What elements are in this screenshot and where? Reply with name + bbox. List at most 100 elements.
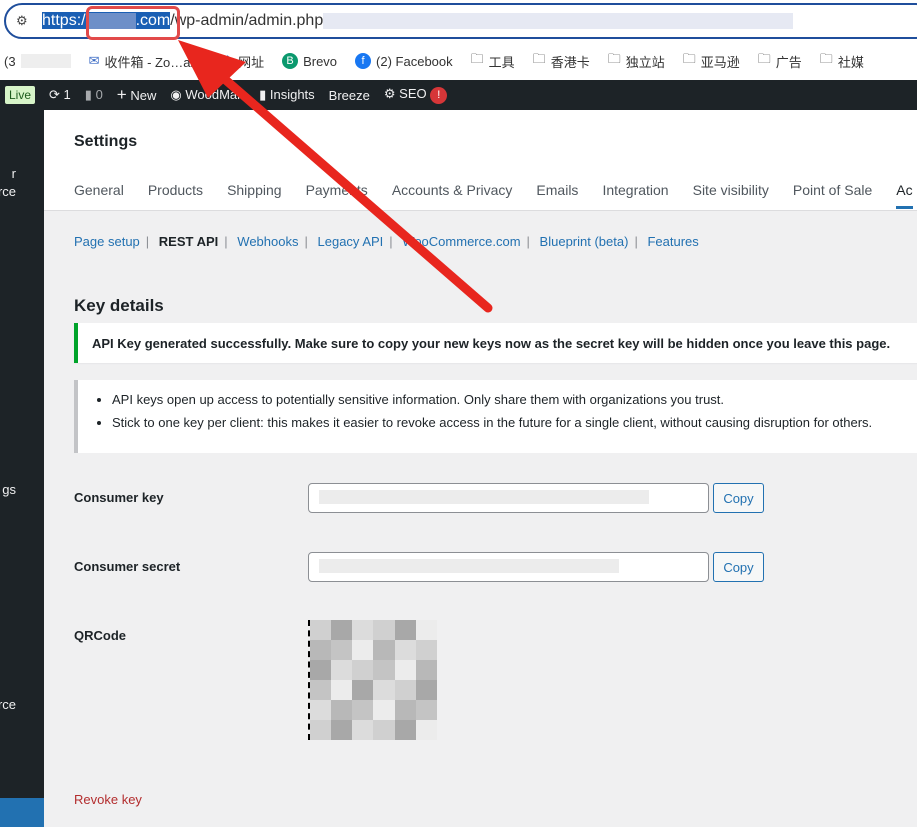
bookmark-folder[interactable]: 🗀 香港卡 [533, 50, 590, 72]
separator: | [145, 234, 150, 249]
insights-item[interactable]: ▮ Insights [259, 87, 315, 103]
tab-site-visibility[interactable]: Site visibility [693, 182, 769, 209]
tab-point-of-sale[interactable]: Point of Sale [793, 182, 872, 209]
sidebar-item[interactable]: r [12, 166, 16, 181]
qr-cell [331, 660, 353, 680]
refresh-icon: ⟳ [49, 87, 60, 102]
bookmark[interactable]: f (2) Facebook [355, 50, 453, 72]
facebook-icon: f [355, 53, 372, 69]
redacted-query [323, 12, 794, 29]
page-title: Settings [74, 133, 138, 150]
updates-item[interactable]: ⟳ 1 [49, 87, 71, 103]
separator: | [389, 234, 393, 249]
admin-sidebar: r rce gs rce [0, 110, 44, 827]
revoke-key-link[interactable]: Revoke key [74, 792, 142, 807]
consumer-secret-field[interactable] [308, 552, 709, 582]
info-box: API keys open up access to potentially s… [74, 380, 917, 453]
bookmark-folder[interactable]: 🗀 亚马逊 [683, 50, 740, 72]
qr-cell [352, 700, 374, 720]
qr-cell [373, 700, 395, 720]
section-heading: Key details [74, 296, 164, 315]
consumer-secret-label: Consumer secret [74, 559, 181, 574]
site-settings-icon[interactable]: ⚙ [16, 13, 28, 29]
bookmark[interactable]: B Brevo [282, 50, 337, 72]
tab-general[interactable]: General [74, 182, 124, 209]
tab-advanced[interactable]: Ac [896, 182, 913, 209]
folder-icon: 🗀 [682, 51, 696, 66]
tab-integration[interactable]: Integration [602, 182, 668, 209]
copy-consumer-key-button[interactable]: Copy [713, 483, 764, 513]
qr-cell [373, 660, 395, 680]
qr-cell [331, 620, 353, 640]
folder-icon: 🗀 [757, 51, 771, 66]
subnav-woocommerce-com[interactable]: WooCommerce.com [402, 234, 520, 249]
qr-cell [373, 620, 395, 640]
subsection-nav: Page setup | REST API | Webhooks | Legacy A… [74, 234, 699, 249]
woodmart-item[interactable]: ◉ WoodMart [170, 87, 245, 103]
subnav-legacy-api[interactable]: Legacy API [318, 234, 384, 249]
qr-cell [415, 640, 437, 660]
qr-cell [394, 680, 416, 700]
bookmark[interactable]: (3 [4, 50, 71, 72]
sidebar-item[interactable]: gs [2, 482, 16, 497]
bookmark-folder[interactable]: 🗀 广告 [758, 50, 802, 72]
tab-emails[interactable]: Emails [536, 182, 578, 209]
consumer-key-field[interactable] [308, 483, 709, 513]
separator: | [224, 234, 228, 249]
subnav-page-setup[interactable]: Page setup [74, 234, 140, 249]
annotation-highlight-box [86, 6, 180, 40]
copy-consumer-secret-button[interactable]: Copy [713, 552, 764, 582]
subnav-features[interactable]: Features [647, 234, 698, 249]
qr-cell [394, 720, 416, 740]
sidebar-item-woocommerce-active[interactable]: rce [0, 697, 16, 712]
qr-cell [310, 620, 332, 640]
tab-products[interactable]: Products [148, 182, 203, 209]
tab-payments[interactable]: Payments [306, 182, 368, 209]
bookmark-folder[interactable]: 🗀 独立站 [608, 50, 665, 72]
seo-item[interactable]: ⚙ SEO ! [383, 86, 448, 104]
qr-cell [310, 640, 332, 660]
seo-alert-badge: ! [430, 87, 448, 104]
qr-cell [331, 720, 353, 740]
bookmark-folder[interactable]: 🗀 工具 [471, 50, 515, 72]
new-item[interactable]: + New [117, 85, 157, 105]
sidebar-item[interactable]: rce [0, 184, 16, 199]
qr-cell [373, 720, 395, 740]
subnav-rest-api[interactable]: REST API [159, 234, 218, 249]
comment-icon: ▮ [84, 87, 92, 102]
gear-icon: ⚙ [383, 86, 396, 101]
folder-icon: 🗀 [532, 51, 546, 66]
qr-cell [394, 620, 416, 640]
qr-cell [310, 720, 332, 740]
qr-cell [415, 660, 437, 680]
qr-cell [331, 640, 353, 660]
bar-chart-icon: ▮ [259, 87, 267, 102]
qr-cell [373, 680, 395, 700]
qr-cell [331, 700, 353, 720]
wp-admin-bar: Live ⟳ 1 ▮ 0 + New ◉ WoodMart ▮ Insights… [0, 80, 917, 110]
bookmark-folder[interactable]: 🗀 社媒 [820, 50, 864, 72]
live-badge[interactable]: Live [5, 86, 36, 104]
breeze-item[interactable]: Breeze [329, 88, 370, 103]
folder-icon: 🗀 [470, 51, 484, 66]
qrcode-image [308, 620, 437, 740]
tab-accounts-privacy[interactable]: Accounts & Privacy [392, 182, 513, 209]
separator: | [634, 234, 638, 249]
qr-cell [415, 680, 437, 700]
separator: | [304, 234, 308, 249]
comments-item[interactable]: ▮ 0 [85, 87, 103, 103]
browser-chrome: ⚙ https:/.com/wp-admin/admin.php (3 ✉ 收件箱… [0, 0, 917, 80]
qr-cell [394, 640, 416, 660]
qr-cell [415, 620, 437, 640]
subnav-blueprint[interactable]: Blueprint (beta) [540, 234, 629, 249]
subnav-webhooks[interactable]: Webhooks [237, 234, 298, 249]
qr-cell [352, 660, 374, 680]
consumer-key-label: Consumer key [74, 490, 164, 505]
bookmark[interactable]: ✉ 收件箱 - Zo…ai... [89, 50, 205, 72]
tab-shipping[interactable]: Shipping [227, 182, 282, 209]
qr-cell [352, 620, 374, 640]
qr-cell [310, 680, 332, 700]
bookmark[interactable]: ⇡ 网址 [222, 50, 264, 72]
plus-icon: + [116, 85, 127, 104]
qr-cell [394, 700, 416, 720]
